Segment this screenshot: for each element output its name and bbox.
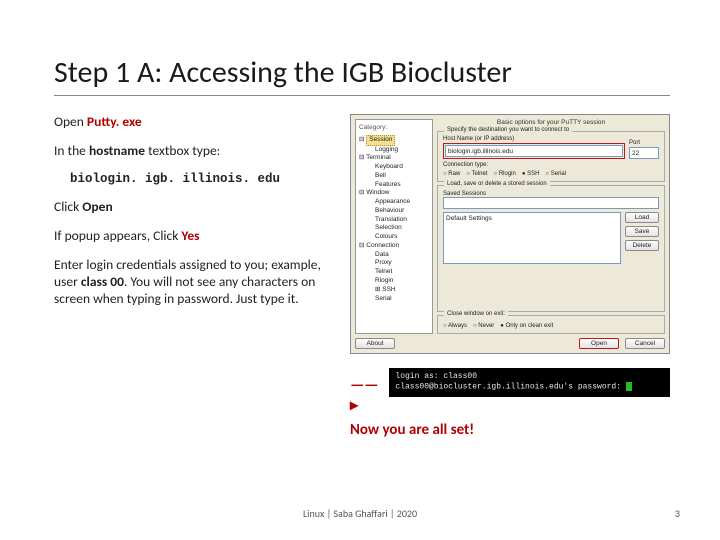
- text: textbox type:: [145, 142, 220, 159]
- radio-clean[interactable]: Only on clean exit: [500, 323, 553, 329]
- tree-logging[interactable]: Logging: [359, 146, 429, 155]
- yes-word: Yes: [181, 227, 199, 244]
- step-popup: If popup appears, Click Yes: [54, 228, 340, 245]
- tree-session[interactable]: ⊟ Session: [359, 135, 429, 146]
- title-divider: [54, 95, 670, 96]
- port-input[interactable]: 22: [629, 147, 659, 159]
- footer-credit: Linux | Saba Ghaffari | 2020: [0, 507, 720, 520]
- content-row: Open Putty. exe In the hostname textbox …: [54, 114, 670, 439]
- all-set-message: Now you are all set!: [350, 421, 670, 439]
- tree-colours[interactable]: Colours: [359, 233, 429, 242]
- cancel-button[interactable]: Cancel: [625, 338, 665, 349]
- delete-button[interactable]: Delete: [625, 240, 659, 251]
- session-default[interactable]: Default Settings: [446, 215, 618, 222]
- tree-telnet[interactable]: Telnet: [359, 268, 429, 277]
- category-label: Category:: [359, 124, 429, 133]
- tree-connection[interactable]: ⊟ Connection: [359, 242, 429, 251]
- port-label: Port: [629, 140, 659, 146]
- tree-proxy[interactable]: Proxy: [359, 259, 429, 268]
- tree-rlogin[interactable]: Rlogin: [359, 277, 429, 286]
- open-word: Open: [82, 198, 112, 215]
- terminal-line-2: class00@biocluster.igb.illinois.edu's pa…: [395, 382, 664, 393]
- tree-selection[interactable]: Selection: [359, 224, 429, 233]
- page-number: 3: [675, 507, 680, 520]
- tree-keyboard[interactable]: Keyboard: [359, 163, 429, 172]
- putty-exe-label: Putty. exe: [87, 113, 142, 130]
- instructions-column: Open Putty. exe In the hostname textbox …: [54, 114, 340, 439]
- hostname-highlight: biologin.igb.illinois.edu: [443, 143, 625, 159]
- example-user: class 00: [81, 273, 124, 290]
- tree-appearance[interactable]: Appearance: [359, 198, 429, 207]
- tree-behaviour[interactable]: Behaviour: [359, 207, 429, 216]
- saved-label: Saved Sessions: [443, 191, 486, 197]
- sessions-caption: Load, save or delete a stored session: [444, 181, 550, 187]
- tree-window[interactable]: ⊟ Window: [359, 189, 429, 198]
- tree-ssh[interactable]: ⊞ SSH: [359, 286, 429, 295]
- text: Open: [54, 113, 87, 130]
- text: Click: [54, 198, 82, 215]
- cursor-icon: [626, 382, 632, 391]
- tree-serial[interactable]: Serial: [359, 295, 429, 304]
- text: If popup appears, Click: [54, 227, 181, 244]
- tree-translation[interactable]: Translation: [359, 216, 429, 225]
- radio-ssh[interactable]: SSH: [522, 171, 540, 177]
- radio-never[interactable]: Never: [473, 323, 494, 329]
- terminal-window[interactable]: login as: class00 class00@biocluster.igb…: [389, 368, 670, 397]
- radio-always[interactable]: Always: [443, 323, 467, 329]
- putty-category-tree[interactable]: Category: ⊟ Session Logging ⊟ Terminal K…: [355, 119, 433, 334]
- radio-rlogin[interactable]: Rlogin: [494, 171, 516, 177]
- close-caption: Close window on exit:: [444, 311, 508, 317]
- session-name-input[interactable]: [443, 197, 659, 209]
- step-hostname: In the hostname textbox type:: [54, 143, 340, 160]
- tree-data[interactable]: Data: [359, 251, 429, 260]
- screenshots-column: Category: ⊟ Session Logging ⊟ Terminal K…: [350, 114, 670, 439]
- dest-caption: Specify the destination you want to conn…: [444, 127, 572, 133]
- page-title: Step 1 A: Accessing the IGB Biocluster: [54, 54, 670, 91]
- conn-type-label: Connection type:: [443, 162, 659, 168]
- save-button[interactable]: Save: [625, 226, 659, 237]
- arrow-icon: — — ▸: [350, 376, 381, 415]
- host-label: Host Name (or IP address): [443, 136, 625, 142]
- tree-terminal[interactable]: ⊟ Terminal: [359, 154, 429, 163]
- sessions-list[interactable]: Default Settings: [443, 212, 621, 264]
- putty-window: Category: ⊟ Session Logging ⊟ Terminal K…: [350, 114, 670, 354]
- tree-bell[interactable]: Bell: [359, 172, 429, 181]
- tree-features[interactable]: Features: [359, 181, 429, 190]
- step-credentials: Enter login credentials assigned to you;…: [54, 257, 340, 308]
- radio-serial[interactable]: Serial: [545, 171, 566, 177]
- conn-type-radios: Raw Telnet Rlogin SSH Serial: [443, 171, 659, 177]
- terminal-line-1: login as: class00: [395, 372, 664, 382]
- text: In the: [54, 142, 89, 159]
- hostname-value: biologin. igb. illinois. edu: [70, 172, 340, 188]
- dest-group: Specify the destination you want to conn…: [437, 131, 665, 182]
- about-button[interactable]: About: [355, 338, 395, 349]
- load-button[interactable]: Load: [625, 212, 659, 223]
- sessions-group: Load, save or delete a stored session Sa…: [437, 185, 665, 312]
- close-group: Close window on exit: Always Never Only …: [437, 315, 665, 334]
- panel-title: Basic options for your PuTTY session: [437, 119, 665, 126]
- radio-telnet[interactable]: Telnet: [466, 171, 487, 177]
- open-button[interactable]: Open: [579, 338, 619, 349]
- step-open: Open Putty. exe: [54, 114, 340, 131]
- host-input[interactable]: biologin.igb.illinois.edu: [445, 145, 623, 157]
- hostname-word: hostname: [89, 142, 145, 159]
- step-click-open: Click Open: [54, 199, 340, 216]
- radio-raw[interactable]: Raw: [443, 171, 460, 177]
